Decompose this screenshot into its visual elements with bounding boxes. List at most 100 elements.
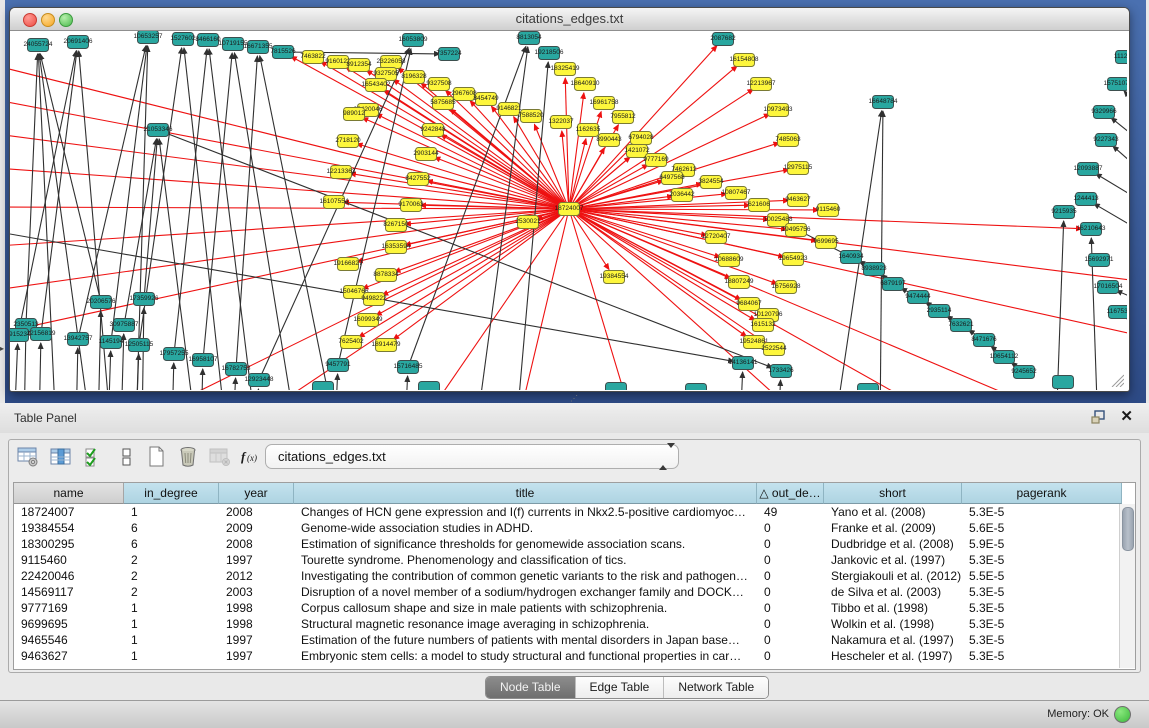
graph-node[interactable]: 16210643 — [1077, 223, 1106, 236]
graph-node[interactable]: 8267150 — [383, 219, 409, 232]
column-header-pagerank[interactable]: pagerank — [962, 483, 1122, 504]
graph-node[interactable]: 7485063 — [775, 134, 801, 147]
graph-node[interactable]: 9215935 — [1051, 206, 1077, 219]
graph-node[interactable]: 7588520 — [518, 110, 544, 123]
graph-node[interactable]: 989012 — [343, 108, 365, 121]
show-columns-button[interactable] — [48, 446, 74, 472]
graph-node[interactable]: 16756928 — [772, 281, 801, 294]
tab-node-table[interactable]: Node Table — [486, 677, 576, 698]
graph-node[interactable]: 1733426 — [768, 365, 794, 378]
graph-node[interactable]: 16353594 — [382, 241, 411, 254]
graph-node[interactable]: 13942757 — [64, 333, 93, 346]
graph-node[interactable]: 15751074 — [1104, 78, 1127, 91]
scrollbar-thumb[interactable] — [1122, 507, 1134, 551]
graph-node[interactable]: 9498222 — [361, 293, 387, 306]
graph-node[interactable]: 18914479 — [372, 339, 401, 352]
graph-node[interactable]: 18807249 — [725, 276, 754, 289]
graph-node[interactable]: 9457791 — [325, 359, 351, 372]
table-row[interactable]: 1872400712008Changes of HCN gene express… — [14, 504, 1135, 520]
graph-node[interactable]: 12923448 — [245, 374, 274, 387]
graph-node[interactable]: 10688609 — [715, 254, 744, 267]
new-document-button[interactable] — [143, 446, 169, 472]
graph-node[interactable]: 17359926 — [130, 293, 159, 306]
graph-node[interactable]: 9463627 — [785, 194, 811, 207]
table-row[interactable]: 2242004622012Investigating the contribut… — [14, 568, 1135, 584]
graph-node[interactable]: 21053346 — [144, 124, 173, 137]
graph-node[interactable]: 7357224 — [436, 48, 462, 61]
table-row[interactable]: 946362711997Embryonic stem cells: a mode… — [14, 648, 1135, 664]
graph-node[interactable]: 8938923 — [861, 263, 887, 276]
graph-node[interactable]: 9474444 — [905, 291, 931, 304]
graph-node[interactable]: 1112304 — [1114, 51, 1127, 64]
splitter-grip-icon[interactable]: ⋰ — [570, 396, 580, 402]
graph-node[interactable]: 8878334 — [373, 269, 399, 282]
graph-node[interactable]: 7625402 — [338, 336, 364, 349]
select-rows-button[interactable] — [81, 446, 107, 472]
graph-node[interactable]: 9115460 — [816, 204, 841, 217]
graph-node[interactable]: 16107554 — [320, 196, 349, 209]
column-header-short[interactable]: short — [824, 483, 962, 504]
table-row[interactable]: 1830029562008Estimation of significance … — [14, 536, 1135, 552]
graph-node[interactable]: 1145194 — [99, 336, 124, 349]
graph-node[interactable]: 16154808 — [730, 54, 759, 67]
column-header-out_de[interactable]: △ out_de… — [757, 483, 824, 504]
graph-node[interactable]: 5875685 — [430, 97, 456, 110]
graph-node[interactable]: 2903144 — [413, 148, 439, 161]
graph-node[interactable]: 7632621 — [948, 319, 974, 332]
table-row[interactable]: 1456911722003Disruption of a novel membe… — [14, 584, 1135, 600]
graph-node[interactable]: 20691406 — [64, 36, 93, 49]
graph-node[interactable]: 9245652 — [1011, 366, 1037, 379]
graph-node[interactable]: 1162635 — [576, 124, 601, 137]
graph-node[interactable]: 10654112 — [990, 351, 1019, 364]
tab-edge-table[interactable]: Edge Table — [576, 677, 665, 698]
citation-network-graph[interactable]: 2405572420691406106532571527602846616010… — [10, 31, 1127, 390]
tab-network-table[interactable]: Network Table — [664, 677, 768, 698]
graph-node[interactable]: 19384554 — [600, 271, 629, 284]
graph-node[interactable]: 19166827 — [334, 258, 363, 271]
column-header-year[interactable]: year — [219, 483, 294, 504]
float-panel-icon[interactable] — [1091, 410, 1107, 425]
graph-node[interactable]: 8471676 — [971, 334, 997, 347]
graph-node[interactable]: 15716485 — [394, 361, 423, 374]
graph-node[interactable]: 12505115 — [125, 339, 154, 352]
graph-node[interactable]: 19654923 — [779, 253, 808, 266]
graph-node[interactable]: 2036442 — [669, 189, 695, 202]
graph-node[interactable]: 8912354 — [346, 59, 372, 72]
graph-node[interactable]: 10807467 — [722, 187, 751, 200]
graph-node[interactable]: 9699695 — [813, 236, 839, 249]
graph-node[interactable]: 6794028 — [628, 132, 654, 145]
graph-node[interactable]: 2522544 — [761, 343, 787, 356]
graph-node[interactable] — [858, 384, 879, 391]
graph-node[interactable]: 16958107 — [189, 354, 218, 367]
graph-node[interactable]: 16099349 — [354, 314, 383, 327]
graph-node[interactable]: 19495756 — [782, 224, 811, 237]
table-vertical-scrollbar[interactable] — [1119, 504, 1135, 668]
graph-node[interactable]: 1167533 — [1107, 306, 1127, 319]
graph-node[interactable]: 8427552 — [405, 173, 431, 186]
graph-node[interactable]: 23226058 — [377, 56, 406, 69]
table-row[interactable]: 969969511998Structural magnetic resonanc… — [14, 616, 1135, 632]
graph-node[interactable]: 16053809 — [399, 34, 428, 47]
graph-node[interactable]: 8196328 — [401, 71, 427, 84]
graph-node[interactable]: 18325419 — [551, 63, 580, 76]
row-height-button[interactable] — [114, 446, 140, 472]
graph-node[interactable]: 1322037 — [548, 116, 574, 129]
graph-node[interactable]: 14136141 — [729, 357, 758, 370]
graph-node[interactable]: 9242848 — [420, 124, 446, 137]
graph-node[interactable] — [686, 384, 707, 391]
graph-node[interactable] — [1053, 376, 1074, 389]
graph-node[interactable]: 7955812 — [610, 111, 636, 124]
graph-node[interactable]: 18640910 — [571, 78, 600, 91]
graph-node[interactable]: 12213967 — [747, 78, 776, 91]
graph-node[interactable]: 16961758 — [590, 97, 619, 110]
table-settings-button[interactable] — [15, 446, 41, 472]
graph-node[interactable]: 17016504 — [1094, 281, 1123, 294]
network-canvas[interactable]: 2405572420691406106532571527602846616010… — [10, 31, 1127, 390]
window-titlebar[interactable]: citations_edges.txt — [10, 8, 1129, 31]
graph-node[interactable]: 8454749 — [473, 93, 499, 106]
graph-node[interactable]: 12156819 — [27, 328, 56, 341]
graph-node[interactable]: 7463822 — [300, 51, 326, 64]
canvas-resize-grip[interactable] — [1108, 373, 1124, 387]
graph-node[interactable]: 17957255 — [160, 348, 189, 361]
graph-node[interactable] — [313, 382, 334, 391]
